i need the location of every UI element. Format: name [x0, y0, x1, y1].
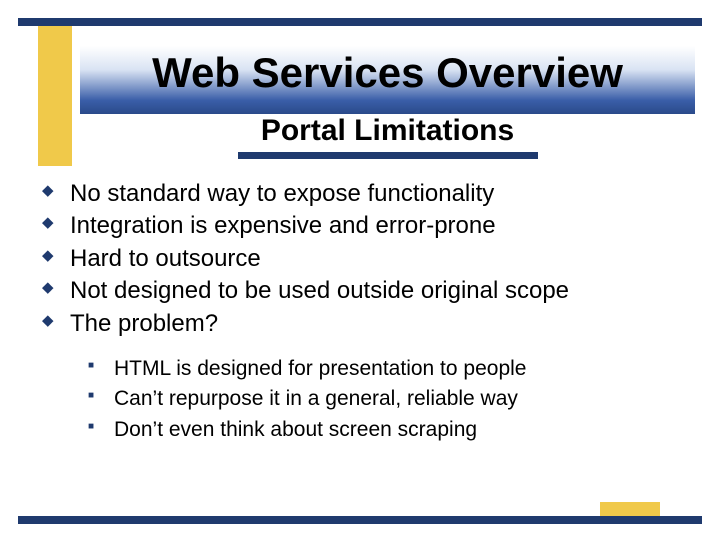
subtitle-underline [238, 152, 538, 159]
sub-bullet-list: HTML is designed for presentation to peo… [86, 354, 690, 445]
list-item: The problem? [40, 308, 690, 340]
accent-block-bottom [600, 502, 660, 516]
list-item: Integration is expensive and error-prone [40, 210, 690, 242]
bottom-border-bar [18, 516, 702, 524]
list-item: Not designed to be used outside original… [40, 275, 690, 307]
list-item: HTML is designed for presentation to peo… [86, 354, 690, 384]
list-item: Hard to outsource [40, 243, 690, 275]
accent-block-top [38, 26, 72, 166]
list-item: Don’t even think about screen scraping [86, 415, 690, 445]
main-bullet-list: No standard way to expose functionality … [40, 178, 690, 340]
slide-title: Web Services Overview [80, 46, 695, 96]
content-area: No standard way to expose functionality … [40, 178, 690, 445]
subtitle-area: Portal Limitations [80, 114, 695, 159]
slide-subtitle: Portal Limitations [80, 114, 695, 148]
top-border-bar [18, 18, 702, 26]
title-banner: Web Services Overview [80, 46, 695, 114]
list-item: No standard way to expose functionality [40, 178, 690, 210]
list-item: Can’t repurpose it in a general, reliabl… [86, 384, 690, 414]
